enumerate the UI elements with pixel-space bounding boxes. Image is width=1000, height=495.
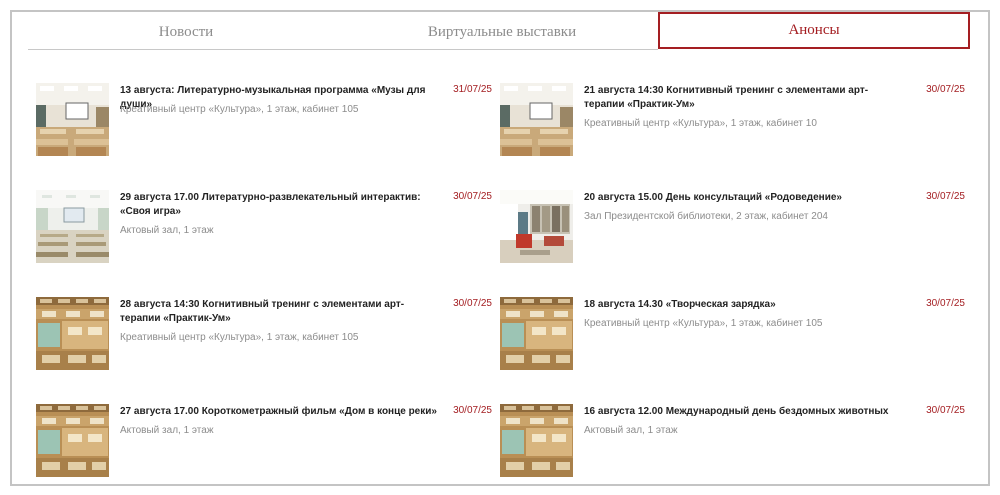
- announcement-place: Зал Президентской библиотеки, 2 этаж, ка…: [584, 211, 828, 222]
- announcement-date: 30/07/25: [926, 191, 965, 202]
- classroom-photo[interactable]: [36, 83, 109, 156]
- announcement-date: 30/07/25: [926, 405, 965, 416]
- tab-announcements[interactable]: Анонсы: [658, 12, 970, 49]
- announcement-place: Актовый зал, 1 этаж: [120, 225, 214, 236]
- announcement-item[interactable]: 13 августа: Литературно-музыкальная прог…: [36, 83, 492, 163]
- announcement-title[interactable]: 29 августа 17.00 Литературно-развлекател…: [120, 191, 442, 218]
- announcement-title[interactable]: 16 августа 12.00 Международный день безд…: [584, 405, 906, 419]
- announcement-item[interactable]: 29 августа 17.00 Литературно-развлекател…: [36, 190, 492, 270]
- tab-virtual-exhibitions[interactable]: Виртуальные выставки: [344, 12, 660, 52]
- announcement-place: Актовый зал, 1 этаж: [584, 425, 678, 436]
- announcement-place: Креативный центр «Культура», 1 этаж, каб…: [584, 318, 823, 329]
- announcement-date: 30/07/25: [453, 298, 492, 309]
- announcement-item[interactable]: 28 августа 14:30 Когнитивный тренинг с э…: [36, 297, 492, 377]
- card-catalog-photo[interactable]: [500, 404, 573, 477]
- announcement-date: 31/07/25: [453, 84, 492, 95]
- announcement-title[interactable]: 27 августа 17.00 Короткометражный фильм …: [120, 405, 442, 419]
- announcement-title[interactable]: 28 августа 14:30 Когнитивный тренинг с э…: [120, 298, 442, 325]
- classroom-photo[interactable]: [500, 83, 573, 156]
- card-catalog-photo[interactable]: [36, 297, 109, 370]
- announcement-place: Креативный центр «Культура», 1 этаж, каб…: [120, 104, 359, 115]
- announcement-date: 30/07/25: [453, 191, 492, 202]
- announcement-item[interactable]: 21 августа 14:30 Когнитивный тренинг с э…: [500, 83, 965, 163]
- card-catalog-photo[interactable]: [36, 404, 109, 477]
- announcement-title[interactable]: 21 августа 14:30 Когнитивный тренинг с э…: [584, 84, 906, 111]
- announcement-title[interactable]: 20 августа 15.00 День консультаций «Родо…: [584, 191, 906, 205]
- assembly-hall-photo[interactable]: [36, 190, 109, 263]
- announcement-item[interactable]: 20 августа 15.00 День консультаций «Родо…: [500, 190, 965, 270]
- announcement-item[interactable]: 16 августа 12.00 Международный день безд…: [500, 404, 965, 484]
- announcement-place: Креативный центр «Культура», 1 этаж, каб…: [120, 332, 359, 343]
- announcement-date: 30/07/25: [453, 405, 492, 416]
- announcement-title[interactable]: 18 августа 14.30 «Творческая зарядка»: [584, 298, 906, 312]
- announcement-date: 30/07/25: [926, 298, 965, 309]
- announcement-item[interactable]: 18 августа 14.30 «Творческая зарядка» Кр…: [500, 297, 965, 377]
- announcement-date: 30/07/25: [926, 84, 965, 95]
- library-hall-photo[interactable]: [500, 190, 573, 263]
- card-catalog-photo[interactable]: [500, 297, 573, 370]
- announcement-place: Креативный центр «Культура», 1 этаж, каб…: [584, 118, 817, 129]
- announcement-place: Актовый зал, 1 этаж: [120, 425, 214, 436]
- tab-news[interactable]: Новости: [28, 12, 344, 52]
- announcement-item[interactable]: 27 августа 17.00 Короткометражный фильм …: [36, 404, 492, 484]
